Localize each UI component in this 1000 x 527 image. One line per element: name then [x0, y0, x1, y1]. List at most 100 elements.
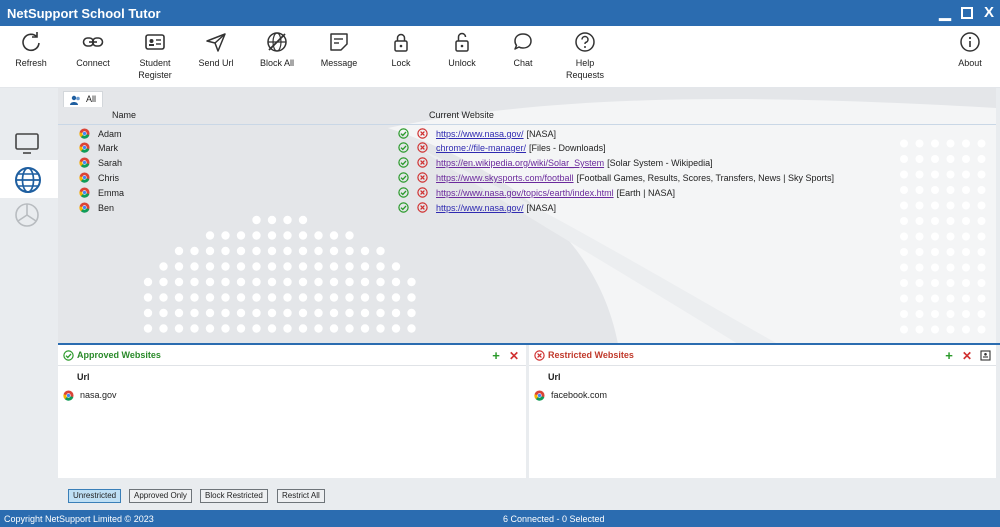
approved-url-header[interactable]: Url: [77, 372, 90, 382]
website-link[interactable]: https://www.skysports.com/football: [436, 173, 574, 183]
current-website: chrome://file-manager/[Files - Downloads…: [436, 143, 606, 153]
add-approved-button[interactable]: +: [490, 349, 502, 362]
nav-monitor[interactable]: [0, 124, 58, 162]
restricted-url-text: facebook.com: [551, 390, 608, 400]
restrict-site-icon: [417, 128, 428, 139]
remove-approved-button[interactable]: ✕: [508, 350, 520, 362]
decor-dot: [931, 279, 939, 287]
nav-web[interactable]: [0, 160, 58, 198]
restricted-url-header[interactable]: Url: [548, 372, 561, 382]
pie-chart-icon: [15, 203, 39, 227]
send-url-button[interactable]: Send Url: [185, 31, 247, 85]
approved-title-text: Approved Websites: [77, 350, 161, 360]
student-row[interactable]: Ben https://www.nasa.gov/[NASA]: [58, 201, 996, 216]
decor-dot: [190, 262, 199, 271]
website-title: [Football Games, Results, Scores, Transf…: [576, 173, 834, 183]
unlock-label: Unlock: [448, 58, 476, 68]
decor-dot: [205, 231, 215, 240]
minimize-button[interactable]: ▁: [937, 4, 953, 22]
mode-restrict-all-button[interactable]: Restrict All: [277, 489, 325, 503]
restrict-site-button[interactable]: [417, 142, 428, 155]
approve-site-button[interactable]: [398, 142, 409, 155]
status-bar: Copyright NetSupport Limited © 2023 6 Co…: [0, 510, 1000, 527]
current-website: https://www.skysports.com/football [Footb…: [436, 173, 834, 183]
decor-dot: [221, 308, 230, 318]
approve-site-button[interactable]: [398, 128, 409, 141]
decor-dot: [329, 231, 339, 240]
current-website: https://www.nasa.gov/topics/earth/index.…: [436, 188, 675, 198]
decor-dot: [267, 262, 277, 271]
decor-dot: [267, 215, 277, 225]
mode-block-restricted-button[interactable]: Block Restricted: [200, 489, 268, 503]
help-requests-button[interactable]: Help Requests: [554, 31, 616, 85]
decor-dot: [376, 308, 385, 318]
decor-dot: [407, 277, 416, 287]
monitor-icon: [15, 133, 39, 154]
decor-dot: [946, 217, 955, 225]
add-restricted-button[interactable]: +: [943, 349, 955, 362]
column-header-current-website[interactable]: Current Website: [429, 110, 494, 120]
send-url-label: Send Url: [198, 58, 234, 68]
student-register-button[interactable]: Student Register: [124, 31, 186, 85]
window-title: NetSupport School Tutor: [7, 6, 161, 21]
column-header-name[interactable]: Name: [112, 110, 136, 120]
approved-check-icon: [63, 350, 74, 361]
lock-button[interactable]: Lock: [370, 31, 432, 85]
chrome-icon: [79, 142, 90, 153]
student-row[interactable]: Chris https://www.skysports.com/football[…: [58, 171, 996, 186]
website-link[interactable]: chrome://file-manager/: [436, 143, 526, 153]
decor-dot: [174, 324, 184, 333]
close-button[interactable]: X: [981, 4, 997, 22]
restrict-site-button[interactable]: [417, 202, 428, 215]
approve-site-button[interactable]: [398, 187, 409, 200]
group-tab-all[interactable]: All: [63, 91, 104, 107]
decor-dot: [314, 308, 323, 318]
unlock-button[interactable]: Unlock: [431, 31, 493, 85]
student-row[interactable]: Emma https://www.nasa.gov/topics/earth/in…: [58, 186, 996, 201]
website-link[interactable]: https://www.nasa.gov/: [436, 129, 524, 139]
approved-url-text: nasa.gov: [80, 390, 117, 400]
restrict-site-button[interactable]: [417, 172, 428, 185]
restrict-site-button[interactable]: [417, 187, 428, 200]
chat-button[interactable]: Chat: [492, 31, 554, 85]
restricted-url-item[interactable]: facebook.com: [534, 390, 607, 401]
decor-dot: [977, 279, 986, 287]
import-restricted-button[interactable]: [979, 350, 991, 362]
about-button[interactable]: About: [939, 31, 1000, 85]
approve-site-button[interactable]: [398, 172, 409, 185]
approve-site-icon: [398, 202, 409, 213]
refresh-button[interactable]: Refresh: [0, 31, 62, 85]
restrict-site-button[interactable]: [417, 128, 428, 141]
student-name: Chris: [98, 173, 120, 183]
message-button[interactable]: Message: [308, 31, 370, 85]
decor-dot: [190, 324, 199, 333]
decor-dot: [915, 310, 924, 318]
website-link[interactable]: https://www.nasa.gov/: [436, 203, 524, 213]
website-link[interactable]: https://www.nasa.gov/topics/earth/index.…: [436, 188, 614, 198]
decor-dot: [376, 293, 385, 302]
approve-site-button[interactable]: [398, 157, 409, 170]
approve-site-button[interactable]: [398, 202, 409, 215]
decor-dot: [931, 325, 939, 334]
nav-reports[interactable]: [0, 196, 58, 234]
remove-restricted-button[interactable]: ✕: [961, 350, 973, 362]
student-row[interactable]: Adam https://www.nasa.gov/[NASA]: [58, 127, 996, 142]
decor-dot: [345, 231, 354, 240]
chrome-icon: [534, 390, 545, 401]
decor-dot: [252, 277, 261, 287]
restricted-panel-header: Restricted Websites + ✕: [529, 345, 996, 366]
decor-dot: [977, 232, 986, 241]
connect-button[interactable]: Connect: [62, 31, 124, 85]
mode-approved-only-button[interactable]: Approved Only: [129, 489, 192, 503]
approved-url-item[interactable]: nasa.gov: [63, 390, 117, 401]
chrome-icon: [63, 390, 74, 401]
maximize-button[interactable]: [959, 4, 975, 22]
restrict-site-button[interactable]: [417, 157, 428, 170]
decor-dot: [190, 293, 199, 302]
website-link[interactable]: https://en.wikipedia.org/wiki/Solar_Syst…: [436, 158, 604, 168]
student-row[interactable]: Sarah https://en.wikipedia.org/wiki/Solar…: [58, 156, 996, 171]
decor-dot: [143, 308, 153, 318]
mode-unrestricted-button[interactable]: Unrestricted: [68, 489, 122, 503]
block-all-button[interactable]: Block All: [246, 31, 308, 85]
student-row[interactable]: Mark chrome://file-manager/[Files - Downl…: [58, 141, 996, 156]
